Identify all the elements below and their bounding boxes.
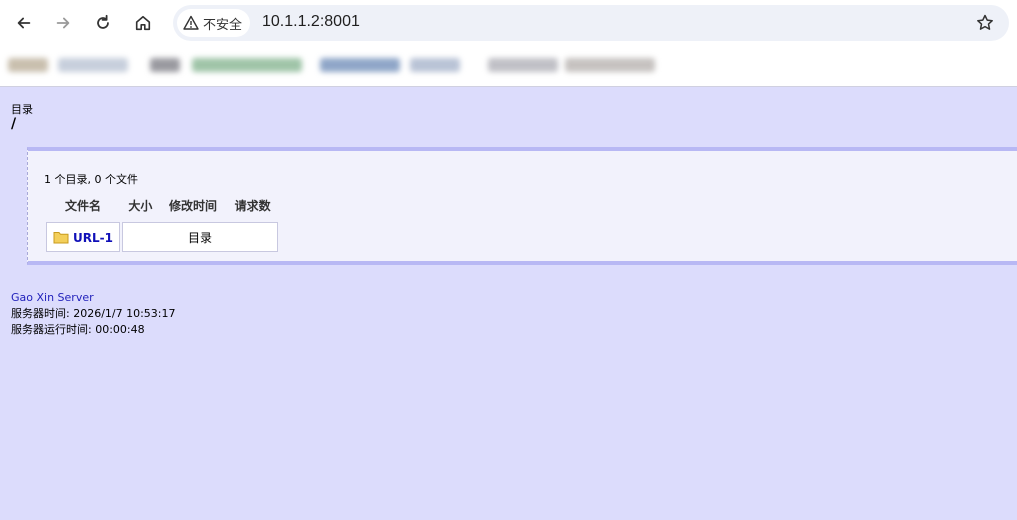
- column-header-size[interactable]: 大小: [122, 195, 159, 220]
- listing-panel: 1 个目录, 0 个文件 文件名 大小 修改时间 请求数 URL-1 目录: [27, 147, 1017, 265]
- folder-icon: [53, 231, 69, 243]
- browser-chrome: 不安全 10.1.1.2:8001: [0, 0, 1017, 87]
- blurred-bookmark[interactable]: [488, 58, 558, 72]
- blurred-bookmark[interactable]: [410, 58, 460, 72]
- blurred-bookmark[interactable]: [320, 58, 400, 72]
- page-footer: Gao Xin Server 服务器时间: 2026/1/7 10:53:17 …: [11, 290, 176, 338]
- bookmark-star-icon[interactable]: [975, 13, 995, 33]
- file-table: 文件名 大小 修改时间 请求数 URL-1 目录: [44, 193, 280, 254]
- file-name-link[interactable]: URL-1: [73, 231, 113, 245]
- file-type-cell: 目录: [121, 222, 278, 252]
- file-name-cell[interactable]: URL-1: [46, 222, 120, 252]
- arrow-right-icon: [56, 17, 70, 29]
- bookmarks-bar: [0, 50, 1017, 84]
- back-button[interactable]: [9, 8, 39, 38]
- server-time: 服务器时间: 2026/1/7 10:53:17: [11, 307, 176, 320]
- directory-path: /: [11, 116, 17, 132]
- address-bar[interactable]: 不安全 10.1.1.2:8001: [173, 5, 1009, 41]
- home-button[interactable]: [128, 8, 158, 38]
- arrow-left-icon: [17, 17, 31, 29]
- server-name: Gao Xin Server: [11, 291, 94, 304]
- warning-icon: [183, 15, 199, 30]
- server-uptime: 服务器运行时间: 00:00:48: [11, 323, 145, 336]
- table-header-row: 文件名 大小 修改时间 请求数: [46, 195, 278, 220]
- security-chip[interactable]: 不安全: [177, 9, 251, 37]
- home-icon: [135, 15, 151, 31]
- reload-button[interactable]: [88, 8, 118, 38]
- column-header-requests[interactable]: 请求数: [227, 195, 278, 220]
- column-header-modified[interactable]: 修改时间: [161, 195, 225, 220]
- reload-icon: [97, 14, 109, 29]
- forward-button[interactable]: [48, 8, 78, 38]
- listing-summary: 1 个目录, 0 个文件: [44, 173, 138, 186]
- directory-label: 目录: [11, 103, 33, 116]
- blurred-bookmark[interactable]: [565, 58, 655, 72]
- table-row: URL-1 目录: [46, 222, 278, 252]
- page-content: 目录 / 1 个目录, 0 个文件 文件名 大小 修改时间 请求数 URL-1 …: [0, 87, 1017, 520]
- url-text[interactable]: 10.1.1.2:8001: [262, 13, 360, 31]
- blurred-bookmark[interactable]: [8, 58, 48, 72]
- blurred-bookmark[interactable]: [192, 58, 302, 72]
- blurred-bookmark[interactable]: [150, 58, 180, 72]
- security-label: 不安全: [203, 17, 243, 33]
- blurred-bookmark[interactable]: [58, 58, 128, 72]
- column-header-name[interactable]: 文件名: [46, 195, 120, 220]
